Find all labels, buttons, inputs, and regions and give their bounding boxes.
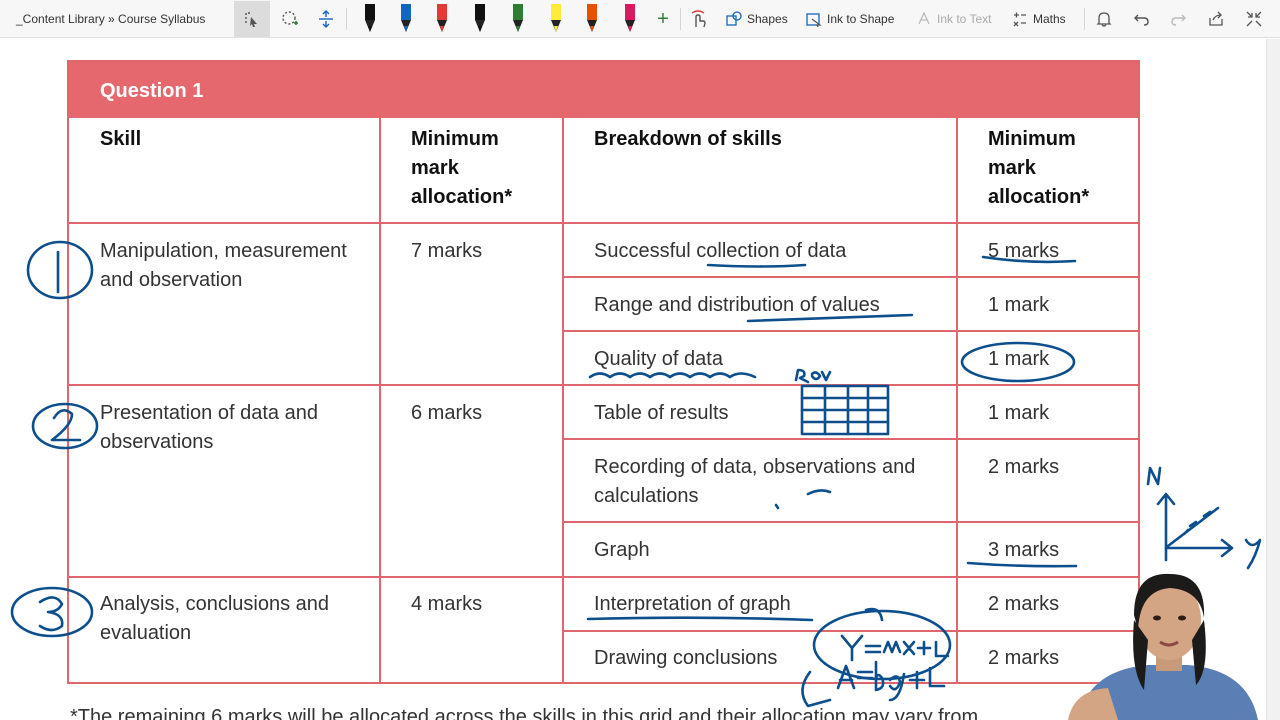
breakdown-cell: Successful collection of data — [594, 240, 847, 262]
header-min-mark-1: Minimum mark allocation* — [411, 128, 513, 208]
pen-icon[interactable] — [500, 1, 536, 37]
lasso-select-icon[interactable] — [234, 1, 270, 37]
breakdown-marks-cell: 1 mark — [988, 402, 1050, 424]
skill-marks-cell: 4 marks — [411, 593, 483, 615]
vertical-scrollbar[interactable] — [1266, 39, 1280, 720]
syllabus-table: Question 1 Skill Minimum mark allocation… — [67, 60, 1140, 684]
ink-to-shape-label: Ink to Shape — [827, 12, 895, 26]
footnote: *The remaining 6 marks will be allocated… — [70, 706, 979, 720]
ink-to-shape-icon — [806, 13, 822, 27]
breakdown-marks-cell: 1 mark — [988, 348, 1050, 370]
skill-cell: Presentation of data and observations — [100, 402, 318, 453]
skill-cell: Manipulation, measurement and observatio… — [100, 240, 347, 291]
header-min-mark-2: Minimum mark allocation* — [988, 128, 1090, 208]
table-title: Question 1 — [100, 80, 204, 102]
breakdown-cell: Graph — [594, 539, 650, 561]
pen-icon[interactable] — [352, 1, 388, 37]
add-pen-symbol: + — [657, 7, 669, 30]
maths-label: Maths — [1033, 12, 1066, 26]
ink-to-text-button[interactable]: Ink to Text — [916, 4, 991, 34]
breadcrumb[interactable]: _Content Library » Course Syllabus — [16, 12, 205, 26]
ink-to-text-label: Ink to Text — [937, 12, 992, 26]
pen-icon[interactable] — [462, 1, 498, 37]
pen-icon[interactable] — [424, 1, 460, 37]
breakdown-marks-cell: 2 marks — [988, 456, 1060, 478]
collapse-icon[interactable] — [1236, 1, 1272, 37]
maths-button[interactable]: Maths — [1012, 4, 1066, 34]
header-skill: Skill — [100, 128, 142, 150]
maths-icon — [1013, 12, 1026, 27]
presenter-video — [1048, 560, 1268, 720]
breakdown-cell: Interpretation of graph — [594, 593, 791, 615]
ribbon-toolbar: _Content Library » Course Syllabus + Sha… — [0, 0, 1280, 38]
breakdown-marks-cell: 5 marks — [988, 240, 1060, 262]
pen-icon[interactable] — [574, 1, 610, 37]
skill-cell: Analysis, conclusions and evaluation — [100, 593, 330, 644]
table-title-bar: Question 1 — [69, 62, 1138, 118]
add-space-icon[interactable] — [308, 1, 344, 37]
skill-marks-cell: 7 marks — [411, 240, 483, 262]
breakdown-cell: Table of results — [594, 402, 729, 424]
add-pen-button[interactable]: + — [645, 1, 681, 37]
touch-draw-icon[interactable] — [680, 1, 716, 37]
bell-icon[interactable] — [1086, 1, 1122, 37]
breakdown-cell: Quality of data — [594, 348, 723, 370]
breakdown-cell: Drawing conclusions — [594, 647, 778, 669]
breakdown-cell: Range and distribution of values — [594, 294, 880, 316]
breakdown-marks-cell: 1 mark — [988, 294, 1050, 316]
lasso-icon[interactable] — [272, 1, 308, 37]
undo-icon[interactable] — [1124, 1, 1160, 37]
ink-to-shape-button[interactable]: Ink to Shape — [806, 4, 894, 34]
header-breakdown: Breakdown of skills — [594, 128, 782, 150]
shapes-button[interactable]: Shapes — [726, 4, 788, 34]
share-icon[interactable] — [1198, 1, 1234, 37]
shapes-label: Shapes — [747, 12, 788, 26]
pen-icon[interactable] — [538, 1, 574, 37]
pen-icon[interactable] — [612, 1, 648, 37]
shapes-icon — [726, 11, 742, 26]
breakdown-cell: Recording of data, observations and calc… — [594, 456, 916, 507]
redo-icon[interactable] — [1160, 1, 1196, 37]
ink-to-text-icon — [918, 11, 930, 25]
pen-icon[interactable] — [388, 1, 424, 37]
skill-marks-cell: 6 marks — [411, 402, 483, 424]
